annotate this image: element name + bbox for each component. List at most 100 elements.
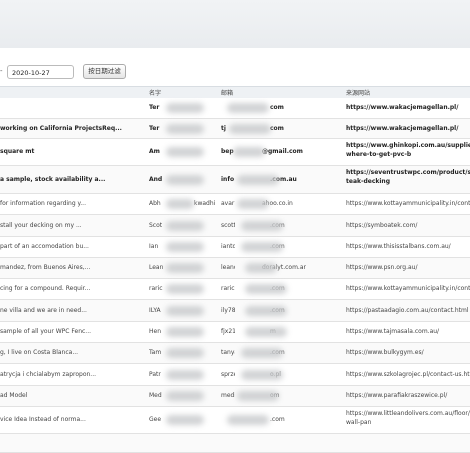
redaction-blur-name [166, 175, 204, 185]
table-row[interactable]: square mt Am bep @gmail.com https://www.ghin… [0, 139, 470, 166]
redaction-blur-email [237, 199, 269, 209]
email-prefix: tanya [221, 349, 235, 356]
table-row[interactable]: g, I live on Costa Blanca...Tamtanya.com… [0, 343, 470, 364]
email-prefix: info [221, 176, 235, 183]
redaction-blur-name [166, 348, 204, 358]
table-row[interactable]: a sample, stock availability a... And info… [0, 166, 470, 194]
redaction-blur-name [166, 415, 204, 425]
source-url: https://www.thisisstalbans.com.au/ [346, 243, 451, 250]
email-prefix: sprze [221, 371, 235, 378]
table-row[interactable]: sample of all your WPC Fenc...Henfjx212m… [0, 322, 470, 343]
redaction-blur-email [245, 263, 277, 273]
redaction-blur-email [227, 415, 269, 425]
redaction-blur-name [166, 221, 204, 231]
email-suffix: om [270, 392, 340, 399]
redaction-blur-email [227, 103, 269, 113]
redaction-blur-email [245, 327, 287, 337]
table-row[interactable]: atrycja i chcialabym zapropon... Patr sprz… [0, 364, 470, 386]
redaction-blur-name [166, 370, 204, 380]
message-preview: mandez, from Buenos Aires,... [0, 264, 91, 271]
source-url: https://www.littleandolivers.com.au/floo… [346, 410, 470, 417]
message-preview: stall your decking on my ... [0, 222, 82, 229]
message-preview: ad Model [0, 392, 28, 399]
message-preview: cing for a compound. Requir... [0, 285, 91, 292]
source-url: https://www.kottayammunicipality.in/cont… [346, 285, 470, 292]
email-suffix: @gmail.com [262, 148, 303, 155]
redaction-blur-name [166, 147, 204, 157]
redaction-blur-name [166, 124, 204, 134]
redaction-blur-name [166, 263, 204, 273]
email-suffix: com [270, 104, 284, 111]
redaction-blur-email [229, 124, 271, 134]
message-preview: atrycja i chcialabym zapropon... [0, 371, 97, 378]
email-suffix: com [270, 125, 284, 132]
email-prefix: fjx212 [221, 328, 235, 335]
message-preview: square mt [0, 148, 35, 155]
email-prefix: iantd [221, 243, 235, 250]
source-url: https://symboatek.com/ [346, 222, 418, 229]
end-date-input[interactable]: 2020-10-27 [7, 65, 74, 79]
source-url: https://www.kottayammunicipality.in/cont… [346, 200, 470, 207]
contact-name-suffix: kwadhi [194, 200, 216, 207]
message-preview: for information regarding y... [0, 200, 86, 207]
filter-by-date-button[interactable]: 按日期过滤 [83, 64, 126, 79]
source-url: https://www.wakacjemagellan.pl/ [346, 125, 459, 132]
source-url: https://seventrustwpc.com/product/synt [346, 169, 470, 176]
date-filter-bar: - 2020-10-27 按日期过滤 [0, 63, 470, 83]
redaction-blur-email [233, 147, 265, 157]
redaction-blur-name [166, 242, 204, 252]
redaction-blur-email [241, 221, 283, 231]
redaction-blur-email [241, 242, 283, 252]
table-row[interactable]: cing for a compound. Requir... raric raric… [0, 279, 470, 300]
message-preview: part of an accomodation bu... [0, 243, 89, 250]
source-url: https://pastaadagio.com.au/contact.html [346, 307, 469, 314]
redaction-blur-name [166, 199, 194, 209]
source-url-continued: teak-decking [346, 178, 391, 185]
table-row[interactable]: for information regarding y... Abh kwadhi a… [0, 194, 470, 215]
column-header-name: 名字 [149, 90, 162, 97]
email-prefix: medi [221, 392, 235, 399]
message-preview: a sample, stock availability a... [0, 176, 106, 183]
redaction-blur-email [241, 370, 283, 380]
source-url-continued: where-to-get-pvc-b [346, 151, 412, 158]
email-prefix: avar [221, 200, 235, 207]
date-range-separator: - [0, 67, 3, 75]
window-header-band [0, 0, 470, 48]
email-suffix: .com [270, 416, 285, 423]
source-url: https://www.psn.org.au/ [346, 264, 418, 271]
message-preview: working on California ProjectsReq... [0, 125, 122, 132]
redaction-blur-name [166, 306, 204, 316]
source-url: https://www.ghinkopi.com.au/supplier/1 [346, 142, 470, 149]
source-url: https://www.bulkygym.es/ [346, 349, 424, 356]
table-row[interactable]: working on California ProjectsReq... Ter t… [0, 119, 470, 139]
redaction-blur-email [241, 348, 283, 358]
message-preview: sample of all your WPC Fenc... [0, 328, 92, 335]
table-row[interactable] [0, 434, 470, 453]
email-suffix: .com.au [270, 176, 297, 183]
source-url-continued: wall-pan [346, 419, 372, 426]
message-preview: g, I live on Costa Blanca... [0, 349, 79, 356]
email-prefix: leandr [221, 264, 235, 271]
redaction-blur-email [245, 284, 287, 294]
email-prefix: ily786 [221, 307, 235, 314]
table-row[interactable]: ad ModelMedmediomhttps://www.parafiakras… [0, 386, 470, 407]
table-row[interactable]: stall your decking on my ...Scotscott.co… [0, 215, 470, 237]
table-row[interactable]: part of an accomodation bu...Ianiantd.co… [0, 237, 470, 258]
table-row[interactable]: vice Idea Instead of norma... Gee .com http… [0, 407, 470, 434]
email-suffix: ahoo.co.in [262, 200, 293, 207]
redaction-blur-name [166, 327, 204, 337]
email-prefix: scott [221, 222, 235, 229]
source-url: https://www.wakacjemagellan.pl/ [346, 104, 459, 111]
redaction-blur-email [245, 306, 287, 316]
table-row[interactable]: Ter com https://www.wakacjemagellan.pl/ [0, 98, 470, 119]
message-preview: vice Idea Instead of norma... [0, 416, 86, 423]
source-url: https://www.parafiakraszewice.pl/ [346, 392, 448, 399]
table-row[interactable]: mandez, from Buenos Aires,...Leanleandrd… [0, 258, 470, 279]
redaction-blur-name [166, 284, 204, 294]
redaction-blur-email [237, 391, 279, 401]
email-prefix: rarich [221, 285, 235, 292]
table-row[interactable]: ne villa and we are in need...ILYAily786… [0, 300, 470, 322]
source-url: https://www.szkolagrojec.pl/contact-us.h… [346, 371, 470, 378]
column-header-source: 来源网站 [346, 90, 371, 97]
redaction-blur-name [166, 391, 204, 401]
